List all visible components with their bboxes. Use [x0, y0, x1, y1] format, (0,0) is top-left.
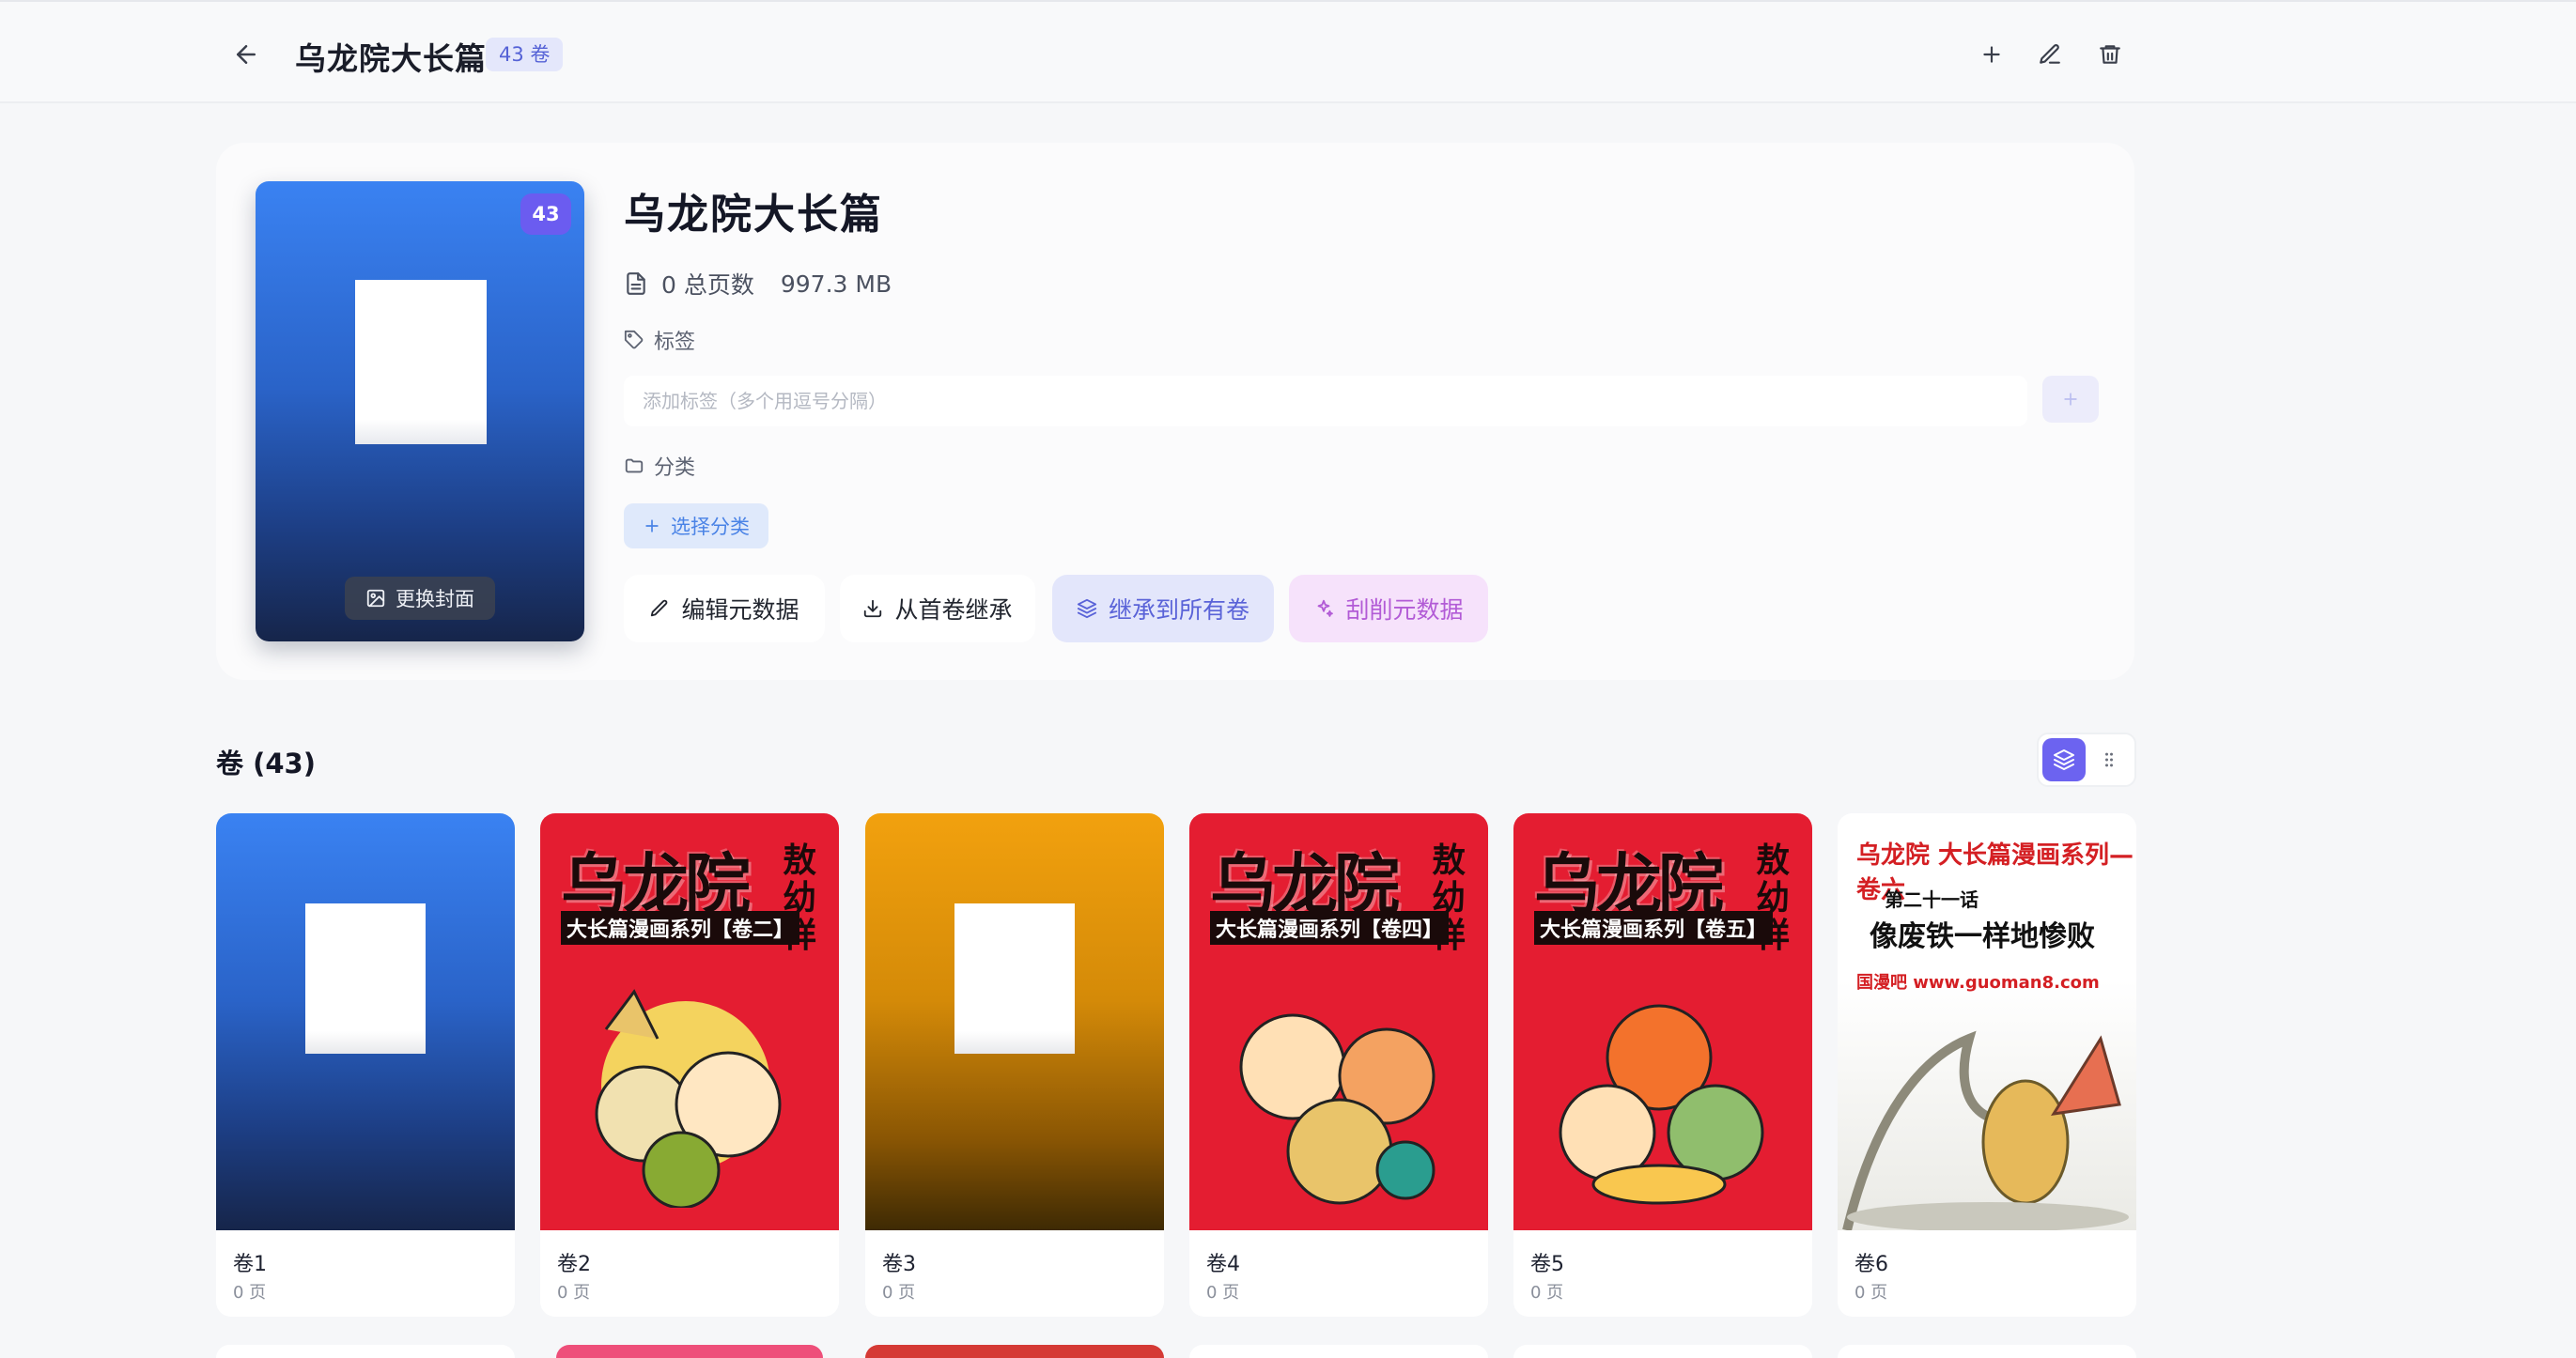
- inherit-from-first-label: 从首卷继承: [894, 596, 1013, 624]
- volume-name: 卷6: [1854, 1253, 1888, 1276]
- tags-label: 标签: [654, 331, 696, 354]
- cover-placeholder-page: [355, 280, 487, 444]
- arrow-left-icon: [237, 45, 256, 64]
- volume-cover: 乌龙院 敖幼祥 大长篇漫画系列【卷五】: [1513, 813, 1812, 1230]
- layers-icon: [2054, 749, 2074, 770]
- tag-input[interactable]: [624, 376, 2027, 426]
- delete-button[interactable]: [2089, 36, 2131, 73]
- volume-name: 卷2: [557, 1253, 591, 1276]
- cover-subtitle: 像废铁一样地惨败: [1870, 920, 2095, 953]
- trash-icon: [2100, 45, 2120, 64]
- total-pages: 0 总页数: [661, 271, 754, 299]
- cover-url: 国漫吧 www.guoman8.com: [1856, 973, 2100, 993]
- volume-card[interactable]: 乌龙院 大长篇漫画系列— 卷六 第二十一话 像废铁一样地惨败 国漫吧 www.g…: [1838, 813, 2136, 1317]
- volume-card-peek[interactable]: [1838, 1345, 2136, 1358]
- volume-card-peek[interactable]: [865, 1345, 1164, 1358]
- series-stats: 0 总页数 997.3 MB: [624, 267, 892, 301]
- plus-icon: [2064, 393, 2077, 406]
- volume-name: 卷3: [882, 1253, 916, 1276]
- grid-view-button[interactable]: [2087, 738, 2131, 781]
- tag-icon: [624, 330, 644, 349]
- volume-card[interactable]: 卷1 0 页: [216, 813, 515, 1317]
- grip-icon: [2105, 752, 2113, 767]
- category-label: 分类: [654, 456, 696, 480]
- series-title: 乌龙院大长篇: [624, 191, 883, 239]
- inherit-to-all-button[interactable]: 继承到所有卷: [1052, 575, 1274, 642]
- cover-illustration: [1559, 1004, 1764, 1205]
- cover-subtitle: 大长篇漫画系列【卷四】: [1210, 911, 1450, 945]
- sparkles-icon: [1318, 599, 1334, 617]
- volume-card-peek[interactable]: [1189, 1345, 1488, 1358]
- cover-volume-count: 43: [520, 193, 571, 235]
- edit-button[interactable]: [2029, 36, 2071, 73]
- add-button[interactable]: [1971, 36, 2012, 73]
- volume-name: 卷4: [1206, 1253, 1240, 1276]
- volume-pages: 0 页: [233, 1283, 267, 1303]
- volume-cover: 乌龙院 大长篇漫画系列— 卷六 第二十一话 像废铁一样地惨败 国漫吧 www.g…: [1838, 813, 2136, 1230]
- file-text-icon: [624, 271, 648, 296]
- volume-pages: 0 页: [557, 1283, 591, 1303]
- volume-pages: 0 页: [1530, 1283, 1564, 1303]
- volume-pages: 0 页: [882, 1283, 916, 1303]
- cover-subtitle: 大长篇漫画系列【卷二】: [561, 911, 800, 945]
- stack-view-button[interactable]: [2042, 738, 2086, 781]
- cover-placeholder-page: [954, 903, 1075, 1054]
- folder-icon: [625, 458, 644, 473]
- volume-pages: 0 页: [1206, 1283, 1240, 1303]
- cover-illustration: [1842, 1030, 2129, 1230]
- cover-subtitle: 大长篇漫画系列【卷五】: [1534, 911, 1774, 945]
- choose-category-label: 选择分类: [671, 516, 750, 538]
- tags-label-row: 标签: [624, 325, 695, 355]
- volume-cover: 乌龙院 敖幼祥 大长篇漫画系列【卷四】: [1189, 813, 1488, 1230]
- scrape-metadata-button[interactable]: 刮削元数据: [1289, 575, 1488, 642]
- cover-placeholder-page: [305, 903, 426, 1054]
- volume-card[interactable]: 乌龙院 敖幼祥 大长篇漫画系列【卷二】 卷2 0 页: [540, 813, 839, 1317]
- plus-icon: [1983, 46, 2000, 63]
- volume-card-peek[interactable]: [216, 1345, 515, 1358]
- cover-chapter: 第二十一话: [1885, 888, 1979, 911]
- volumes-heading: 卷 (43): [216, 748, 316, 779]
- volume-pages: 0 页: [1854, 1283, 1888, 1303]
- edit-metadata-label: 编辑元数据: [681, 596, 799, 624]
- volume-name: 卷1: [233, 1253, 267, 1276]
- cover-illustration: [1239, 1013, 1435, 1205]
- page-title: 乌龙院大长篇: [295, 40, 487, 77]
- pen-icon: [651, 599, 668, 617]
- image-edit-icon: [366, 589, 385, 608]
- download-icon: [864, 599, 882, 618]
- volume-cover: 乌龙院 敖幼祥 大长篇漫画系列【卷二】: [540, 813, 839, 1230]
- volume-card-peek[interactable]: [1513, 1345, 1812, 1358]
- change-cover-button[interactable]: 更换封面: [345, 577, 495, 620]
- inherit-from-first-button[interactable]: 从首卷继承: [840, 575, 1035, 642]
- change-cover-label: 更换封面: [396, 588, 474, 610]
- choose-category-button[interactable]: 选择分类: [624, 503, 768, 548]
- back-button[interactable]: [225, 36, 267, 73]
- add-tag-button[interactable]: [2042, 376, 2099, 423]
- top-bar: 乌龙院大长篇 43 卷: [0, 0, 2576, 103]
- volume-card[interactable]: 乌龙院 敖幼祥 大长篇漫画系列【卷五】 卷5 0 页: [1513, 813, 1812, 1317]
- volume-card-peek[interactable]: [556, 1345, 823, 1358]
- inherit-to-all-label: 继承到所有卷: [1108, 596, 1249, 624]
- scrape-metadata-label: 刮削元数据: [1345, 596, 1464, 624]
- edit-icon: [2040, 44, 2060, 64]
- volume-card[interactable]: 卷3 0 页: [865, 813, 1164, 1317]
- cover-illustration: [595, 989, 782, 1208]
- volume-count-badge: 43 卷: [486, 38, 564, 71]
- volume-card[interactable]: 乌龙院 敖幼祥 大长篇漫画系列【卷四】 卷4 0 页: [1189, 813, 1488, 1317]
- series-size: 997.3 MB: [780, 270, 892, 298]
- volume-name: 卷5: [1530, 1253, 1564, 1276]
- layers-icon: [1077, 598, 1097, 619]
- category-label-row: 分类: [624, 451, 695, 481]
- edit-metadata-button[interactable]: 编辑元数据: [624, 575, 825, 642]
- plus-icon: [645, 519, 659, 532]
